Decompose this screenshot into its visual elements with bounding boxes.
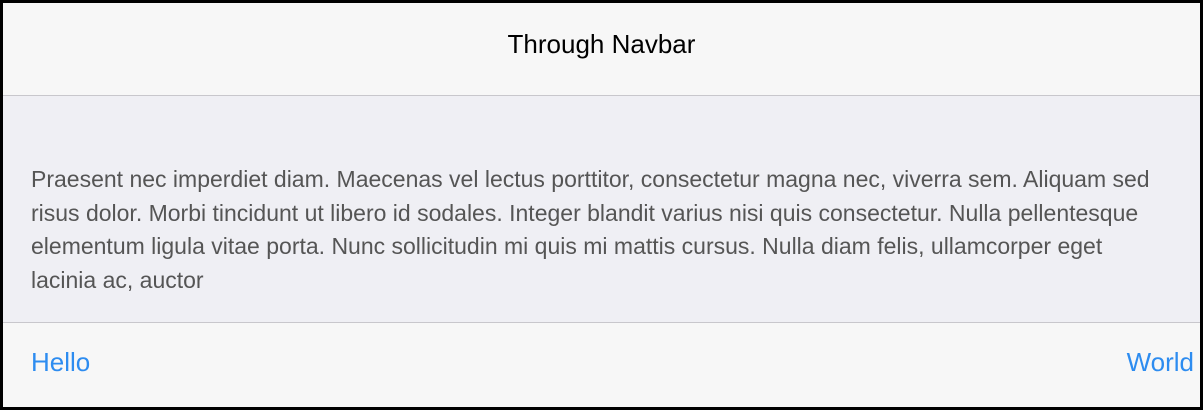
content-paragraph: Praesent nec imperdiet diam. Maecenas ve… — [31, 166, 1150, 293]
app-frame: Through Navbar Praesent nec imperdiet di… — [0, 0, 1203, 410]
content-area[interactable]: Praesent nec imperdiet diam. Maecenas ve… — [3, 96, 1200, 322]
navbar: Through Navbar — [3, 3, 1200, 96]
bottom-toolbar: Hello World — [3, 322, 1200, 407]
navbar-title: Through Navbar — [507, 28, 696, 59]
world-link[interactable]: World — [1127, 347, 1194, 378]
hello-link[interactable]: Hello — [31, 347, 90, 378]
